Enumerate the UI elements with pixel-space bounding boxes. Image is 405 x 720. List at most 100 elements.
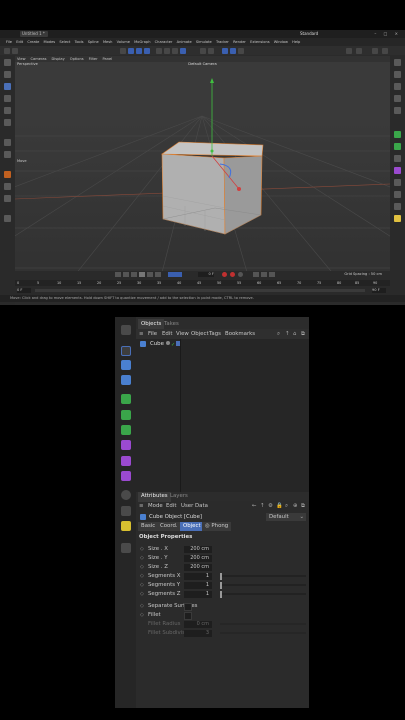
axis-x-icon[interactable] [128, 47, 134, 54]
deformer-icon[interactable] [394, 155, 401, 162]
menu-extensions[interactable]: Extensions [250, 38, 270, 46]
menu-modes[interactable]: Modes [44, 38, 56, 46]
render-view-icon[interactable] [222, 47, 228, 54]
spline-pen-icon[interactable] [4, 171, 11, 178]
axis-y-icon[interactable] [136, 47, 142, 54]
segments-y-slider[interactable] [220, 584, 306, 586]
keyframe-diamond-icon[interactable]: ◇ [140, 611, 144, 620]
menu-edit[interactable]: Edit [16, 38, 23, 46]
render-settings-icon[interactable] [238, 47, 244, 54]
workplane-icon[interactable] [208, 47, 214, 54]
next-key-icon[interactable] [147, 272, 153, 277]
current-frame-field[interactable]: 0 F [198, 272, 214, 277]
play-backward-icon[interactable] [131, 272, 137, 277]
om-menu-view[interactable]: View [176, 329, 189, 339]
cloner-icon[interactable] [121, 394, 131, 404]
separate-surfaces-checkbox[interactable] [184, 603, 192, 611]
attr-menu-user-data[interactable]: User Data [181, 501, 208, 512]
camera-icon[interactable] [394, 203, 401, 210]
add-icon[interactable]: ⊕ [293, 501, 298, 512]
sphere-icon[interactable] [121, 490, 131, 500]
preset-dropdown[interactable]: Default ⌄ [266, 513, 306, 521]
sculpt-icon[interactable] [4, 183, 11, 190]
prev-key-icon[interactable] [123, 272, 129, 277]
window-buttons[interactable]: – □ × [374, 31, 401, 37]
axis-tool-icon[interactable] [4, 139, 11, 146]
range-slider[interactable] [35, 289, 365, 292]
keyframe-diamond-icon[interactable]: ◇ [140, 545, 144, 554]
om-menu-tags[interactable]: Tags [209, 329, 221, 339]
back-arrow-icon[interactable]: ← [252, 501, 257, 512]
snap-icon[interactable] [200, 47, 206, 54]
object-name[interactable]: Cube [150, 339, 164, 349]
menu-mesh[interactable]: Mesh [103, 38, 112, 46]
search-icon[interactable]: ⌕ [277, 329, 280, 339]
size-x-field[interactable]: 200 cm [184, 546, 212, 553]
keyframe-diamond-icon[interactable]: ◇ [140, 602, 144, 611]
viewport-menu-cameras[interactable]: Cameras [31, 57, 47, 61]
polygons-mode-icon[interactable] [180, 47, 186, 54]
subdivision-icon[interactable] [394, 143, 401, 150]
floor-icon[interactable] [394, 191, 401, 198]
text-icon[interactable] [394, 83, 401, 90]
mograph-icon[interactable] [394, 107, 401, 114]
menu-character[interactable]: Character [155, 38, 173, 46]
tab-basic[interactable]: Basic [138, 522, 159, 531]
om-menu-edit[interactable]: Edit [162, 329, 172, 339]
play-icon[interactable] [139, 272, 145, 277]
keyframe-diamond-icon[interactable]: ◇ [140, 554, 144, 563]
field-icon[interactable] [121, 471, 131, 481]
go-to-start-icon[interactable] [115, 272, 121, 277]
box-select-icon[interactable] [4, 71, 11, 78]
menu-create[interactable]: Create [27, 38, 39, 46]
tab-objects[interactable]: Objects [138, 319, 165, 329]
scale-key-icon[interactable] [269, 272, 275, 277]
subdivision-surface-icon[interactable] [121, 410, 131, 420]
generator-icon[interactable] [394, 131, 401, 138]
cube-object-icon[interactable] [121, 360, 131, 370]
menu-select[interactable]: Select [59, 38, 70, 46]
menu-icon[interactable]: ≡ [139, 329, 144, 339]
new-window-icon[interactable]: ⧉ [301, 329, 305, 339]
size-y-field[interactable]: 200 cm [184, 555, 212, 562]
model-mode-icon[interactable] [156, 47, 162, 54]
field-icon[interactable] [394, 179, 401, 186]
list-item[interactable]: Cube ✓ [136, 339, 309, 349]
settings-icon[interactable]: ⚙ [268, 501, 273, 512]
viewport-menu-display[interactable]: Display [52, 57, 65, 61]
deformer-icon[interactable] [121, 440, 131, 450]
menu-mograph[interactable]: MoGraph [134, 38, 150, 46]
tab-takes[interactable]: Takes [164, 319, 179, 329]
cursor-icon[interactable] [121, 325, 131, 335]
search-icon[interactable]: ⌕ [285, 501, 288, 512]
knife-icon[interactable] [4, 215, 11, 222]
tab-object[interactable]: Object [180, 522, 204, 531]
viewport-menu-view[interactable]: View [17, 57, 26, 61]
tab-phong[interactable]: ◎ Phong [202, 522, 232, 531]
segments-x-slider-handle[interactable] [220, 573, 222, 580]
viewport-menu-panel[interactable]: Panel [103, 57, 113, 61]
segments-z-slider[interactable] [220, 593, 306, 595]
cube-object-icon[interactable] [394, 95, 401, 102]
light-icon[interactable] [394, 215, 401, 222]
keyframe-diamond-icon[interactable]: ◇ [140, 563, 144, 572]
menu-tools[interactable]: Tools [75, 38, 84, 46]
menu-render[interactable]: Render [233, 38, 246, 46]
menu-window[interactable]: Window [274, 38, 288, 46]
new-window-icon[interactable]: ⧉ [301, 501, 305, 512]
menu-volume[interactable]: Volume [117, 38, 130, 46]
size-z-field[interactable]: 200 cm [184, 564, 212, 571]
fillet-checkbox[interactable] [184, 612, 192, 620]
up-arrow-icon[interactable]: ↑ [285, 329, 290, 339]
segments-z-slider-handle[interactable] [220, 591, 222, 598]
lock-icon[interactable]: 🔒 [276, 501, 283, 512]
axis-z-icon[interactable] [144, 47, 150, 54]
home-icon[interactable]: ⌂ [293, 329, 296, 339]
keyframe-diamond-icon[interactable]: ◇ [140, 581, 144, 590]
loop-toggle[interactable] [168, 272, 182, 277]
segments-z-field[interactable]: 1 [184, 591, 212, 598]
move-tool-icon[interactable] [4, 83, 11, 90]
document-tab[interactable]: Untitled 1 * [20, 31, 48, 37]
menu-spline[interactable]: Spline [88, 38, 99, 46]
gear-generator-icon[interactable] [121, 425, 131, 435]
